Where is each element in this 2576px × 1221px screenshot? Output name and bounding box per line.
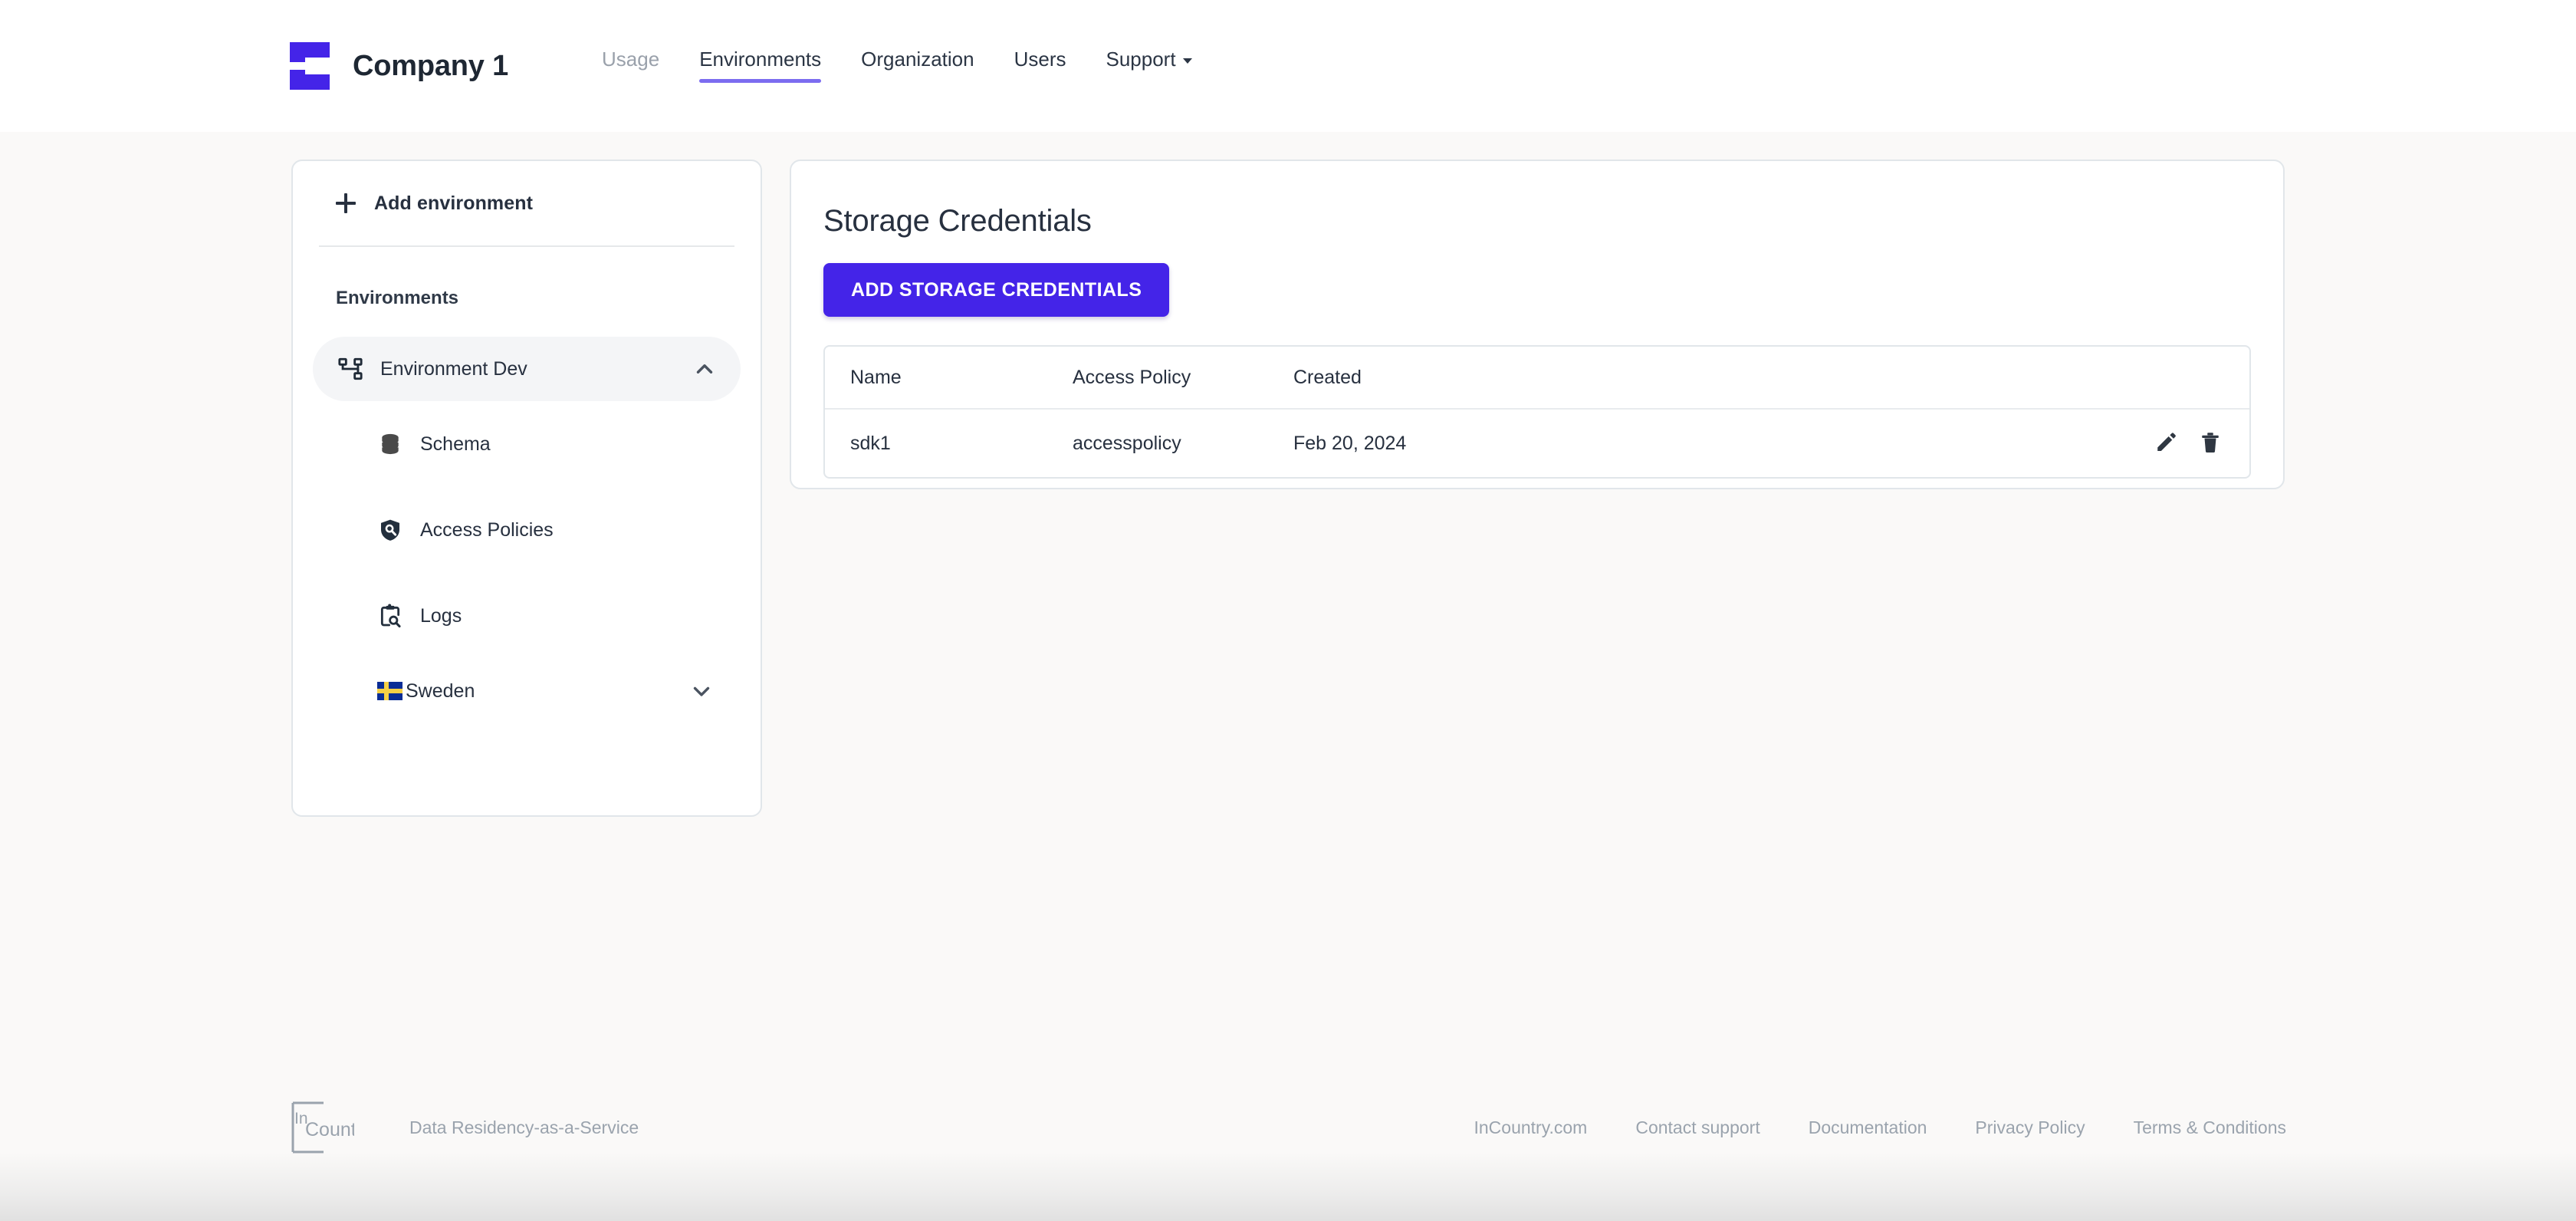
sidebar-item-access-policies[interactable]: Access Policies	[316, 487, 738, 573]
column-header-access-policy: Access Policy	[1047, 347, 1268, 410]
footer-brand: In Country Data Residency-as-a-Service	[290, 1101, 639, 1154]
add-environment-label: Add environment	[374, 192, 534, 214]
environments-sidebar: Add environment Environments Environment…	[291, 160, 762, 817]
sidebar-item-logs-label: Logs	[420, 604, 462, 627]
cell-created: Feb 20, 2024	[1293, 432, 1407, 454]
edit-pencil-icon	[2154, 431, 2177, 456]
chevron-down-icon[interactable]	[688, 678, 715, 704]
incountry-bracket-logo-icon	[290, 42, 330, 90]
nav-item-environments[interactable]: Environments	[699, 48, 821, 88]
delete-credential-button[interactable]	[2197, 430, 2223, 456]
sweden-flag-icon	[377, 682, 402, 700]
table-header: Name Access Policy Created	[825, 347, 2249, 410]
main-nav: Usage Environments Organization Users Su…	[602, 0, 1192, 132]
nav-item-organization[interactable]: Organization	[861, 48, 974, 88]
column-header-created: Created	[1268, 347, 2119, 410]
footer-link-privacy-policy[interactable]: Privacy Policy	[1975, 1117, 2085, 1138]
footer-link-contact-support[interactable]: Contact support	[1635, 1117, 1760, 1138]
footer-link-documentation[interactable]: Documentation	[1809, 1117, 1927, 1138]
table-body: sdk1 accesspolicy Feb 20, 2024	[825, 410, 2249, 477]
cell-name: sdk1	[850, 432, 891, 454]
database-icon	[377, 431, 403, 457]
environment-children: Schema Access Policies Logs Sweden	[316, 401, 738, 723]
sidebar-item-schema-label: Schema	[420, 433, 491, 455]
sidebar-item-environment-dev[interactable]: Environment Dev	[313, 337, 741, 401]
footer-link-incountry-com[interactable]: InCountry.com	[1474, 1117, 1587, 1138]
sidebar-item-access-policies-label: Access Policies	[420, 518, 554, 541]
svg-text:Country: Country	[305, 1119, 354, 1140]
sidebar-item-sweden[interactable]: Sweden	[316, 659, 738, 723]
column-header-actions	[2119, 347, 2249, 410]
table-header-row: Name Access Policy Created	[825, 347, 2249, 410]
page-content: Add environment Environments Environment…	[0, 132, 2576, 1221]
nav-item-usage[interactable]: Usage	[602, 48, 659, 88]
cell-access-policy: accesspolicy	[1073, 432, 1181, 454]
brand-area[interactable]: Company 1	[290, 42, 508, 90]
sidebar-item-environment-dev-label: Environment Dev	[380, 357, 527, 380]
sidebar-item-logs[interactable]: Logs	[316, 573, 738, 659]
storage-credentials-table: Name Access Policy Created sdk1 accesspo…	[823, 345, 2251, 479]
sidebar-item-schema[interactable]: Schema	[316, 401, 738, 487]
sidebar-section-heading: Environments	[336, 288, 459, 308]
nav-item-users-label: Users	[1014, 47, 1066, 71]
incountry-wordmark-logo-icon: In Country	[290, 1101, 373, 1154]
table-row[interactable]: sdk1 accesspolicy Feb 20, 2024	[825, 410, 2249, 477]
footer-links: InCountry.com Contact support Documentat…	[1474, 1117, 2286, 1138]
account-tree-icon	[336, 354, 365, 383]
nav-item-environments-label: Environments	[699, 47, 822, 71]
company-name: Company 1	[353, 49, 509, 82]
chevron-down-icon	[1182, 58, 1192, 64]
nav-item-users[interactable]: Users	[1014, 48, 1066, 88]
add-storage-credentials-button[interactable]: ADD STORAGE CREDENTIALS	[823, 263, 1170, 317]
nav-item-usage-label: Usage	[602, 47, 660, 71]
edit-credential-button[interactable]	[2153, 430, 2179, 456]
page-footer: In Country Data Residency-as-a-Service I…	[0, 1081, 2576, 1173]
column-header-name: Name	[825, 347, 1047, 410]
cell-actions	[2119, 410, 2249, 477]
shield-search-icon	[377, 517, 403, 543]
page-title: Storage Credentials	[823, 204, 1092, 238]
chevron-up-icon[interactable]	[692, 356, 718, 382]
add-environment-button[interactable]: Add environment	[316, 161, 738, 245]
clipboard-search-icon	[377, 603, 403, 629]
row-actions	[2119, 430, 2223, 456]
nav-item-support-label: Support	[1106, 47, 1176, 71]
footer-tagline: Data Residency-as-a-Service	[409, 1117, 639, 1137]
footer-link-terms-conditions[interactable]: Terms & Conditions	[2134, 1117, 2286, 1138]
nav-item-support[interactable]: Support	[1106, 47, 1192, 88]
trash-bin-icon	[2199, 431, 2222, 456]
sidebar-item-sweden-label: Sweden	[406, 680, 475, 702]
top-navigation-bar: Company 1 Usage Environments Organizatio…	[0, 0, 2576, 132]
plus-icon	[336, 193, 356, 213]
environments-tree: Environment Dev Schema Access Policies L…	[313, 337, 741, 723]
storage-credentials-panel: Storage Credentials ADD STORAGE CREDENTI…	[790, 160, 2285, 489]
nav-item-organization-label: Organization	[861, 47, 974, 71]
